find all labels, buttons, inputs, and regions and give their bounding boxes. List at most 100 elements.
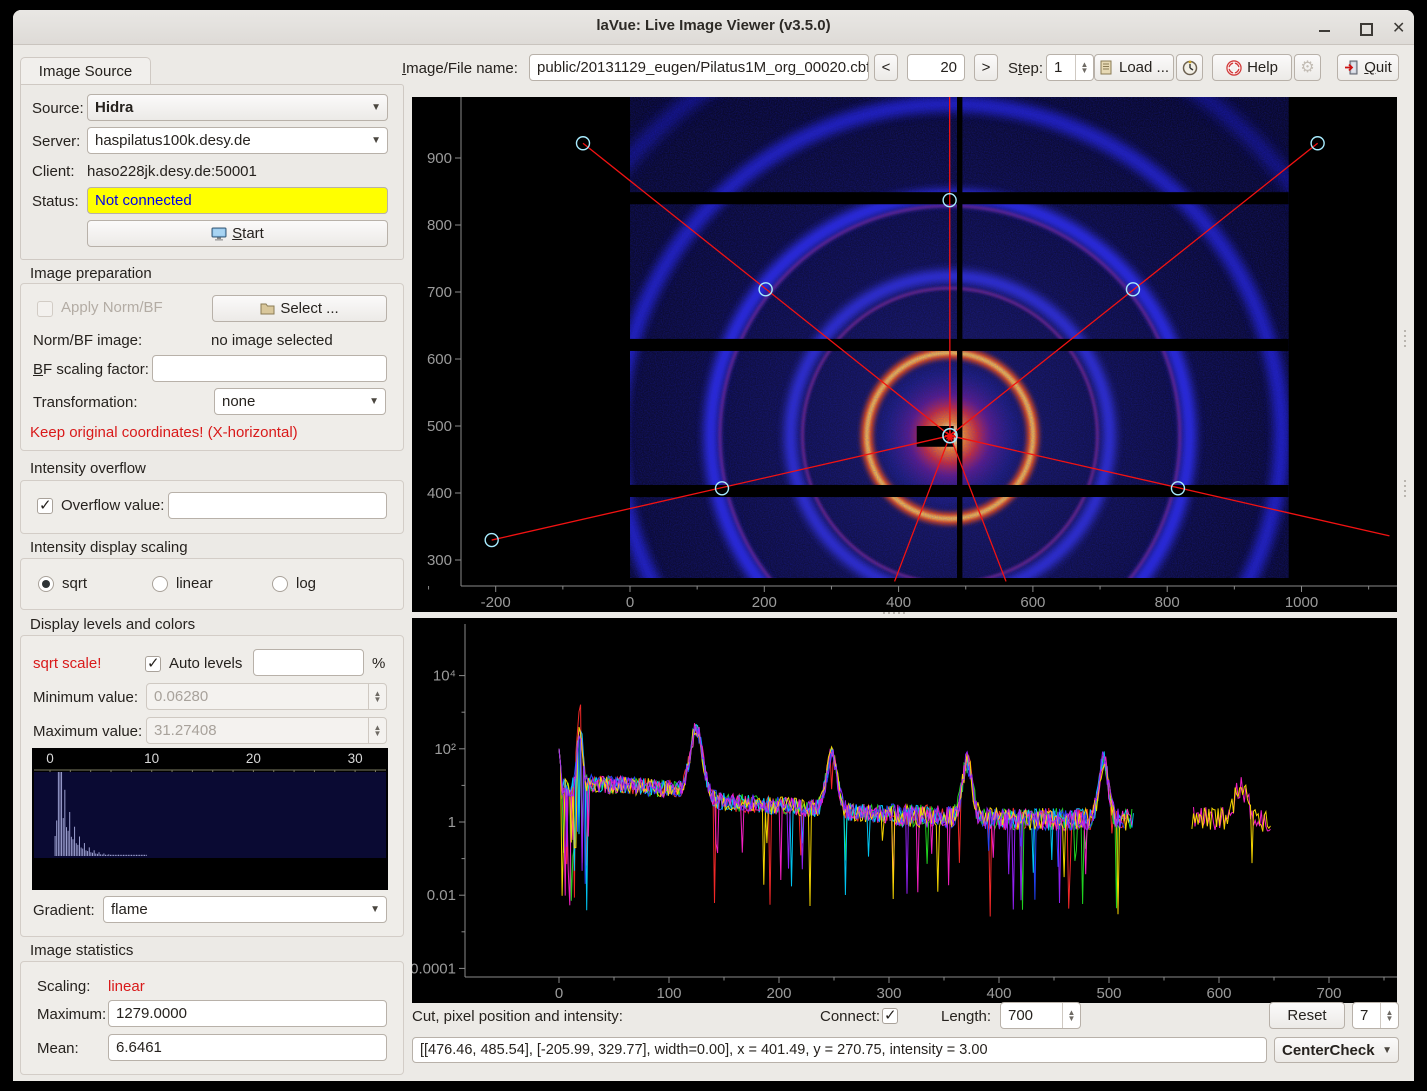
status-badge: Not connected — [87, 187, 388, 214]
help-button[interactable]: Help — [1212, 54, 1292, 81]
client-label: Client: — [32, 163, 75, 180]
overflow-value-input[interactable] — [168, 492, 387, 519]
auto-levels-label: Auto levels — [169, 655, 242, 672]
svg-text:200: 200 — [766, 985, 791, 1002]
spin-arrows-icon[interactable]: ▲▼ — [1380, 1003, 1398, 1028]
cut-count-spinbox[interactable]: 7▲▼ — [1352, 1002, 1399, 1029]
select-normbf-button[interactable]: Select ... — [212, 295, 387, 322]
gradient-label: Gradient: — [33, 902, 95, 919]
svg-text:1000: 1000 — [1285, 594, 1318, 611]
minimum-value-label: Minimum value: — [33, 689, 138, 706]
detector-image-plot[interactable]: 300400500600700800900-200020040060080010… — [412, 97, 1397, 612]
minimize-button[interactable] — [1317, 19, 1333, 35]
section-intensity-overflow: Intensity overflow — [30, 460, 146, 477]
gradient-combo[interactable]: flame▼ — [103, 896, 387, 923]
svg-text:0: 0 — [555, 985, 563, 1002]
svg-text:700: 700 — [1316, 985, 1341, 1002]
vertical-splitter[interactable] — [1404, 330, 1406, 347]
settings-button[interactable]: ⚙ — [1294, 54, 1321, 81]
start-button[interactable]: Start — [87, 220, 388, 247]
server-label: Server: — [32, 133, 80, 150]
section-intensity-display-scaling: Intensity display scaling — [30, 539, 188, 556]
maximize-button[interactable] — [1357, 19, 1373, 35]
chevron-down-icon: ▼ — [370, 897, 380, 922]
svg-text:30: 30 — [348, 751, 363, 766]
radio-log[interactable] — [272, 576, 288, 592]
maximize-icon — [1360, 23, 1373, 36]
overflow-checkbox[interactable] — [37, 498, 53, 514]
clock-icon — [1182, 60, 1198, 76]
auto-levels-checkbox[interactable] — [145, 656, 161, 672]
cut-intensity-plot[interactable]: 0.00010.01110²10⁴0100200300400500600700 — [412, 618, 1397, 1003]
stats-mean-input[interactable]: 6.6461 — [108, 1034, 387, 1061]
client-value: haso228jk.desy.de:50001 — [87, 163, 257, 180]
length-spinbox[interactable]: 700▲▼ — [1000, 1002, 1081, 1029]
svg-text:800: 800 — [427, 217, 452, 234]
reset-button[interactable]: Reset — [1269, 1002, 1345, 1029]
bf-scaling-input[interactable] — [152, 355, 387, 382]
svg-text:800: 800 — [1155, 594, 1180, 611]
svg-text:300: 300 — [876, 985, 901, 1002]
window-title: laVue: Live Image Viewer (v3.5.0) — [13, 17, 1414, 34]
spin-arrows-icon[interactable]: ▲▼ — [1075, 55, 1093, 80]
radio-linear[interactable] — [152, 576, 168, 592]
stats-maximum-input[interactable]: 1279.0000 — [108, 1000, 387, 1027]
application: laVue: Live Image Viewer (v3.5.0) ✕ Imag… — [0, 0, 1427, 1091]
timer-button[interactable] — [1176, 54, 1203, 81]
overflow-label: Overflow value: — [61, 497, 164, 514]
stats-scaling-value: linear — [108, 978, 145, 995]
lifebuoy-icon — [1226, 60, 1242, 76]
bf-scaling-label: BF scaling factor: — [33, 361, 149, 378]
maximum-value-spinbox[interactable]: 31.27408▲▼ — [146, 717, 387, 744]
spin-arrows-icon[interactable]: ▲▼ — [368, 718, 386, 743]
title-bar: laVue: Live Image Viewer (v3.5.0) ✕ — [13, 10, 1414, 45]
close-button[interactable]: ✕ — [1392, 19, 1408, 35]
svg-text:0: 0 — [626, 594, 634, 611]
document-icon — [1099, 60, 1114, 75]
svg-text:20: 20 — [246, 751, 261, 766]
auto-levels-input[interactable] — [253, 649, 364, 676]
spin-arrows-icon[interactable]: ▲▼ — [368, 684, 386, 709]
apply-normbf-checkbox[interactable] — [37, 301, 53, 317]
server-combo[interactable]: haspilatus100k.desy.de▼ — [87, 127, 388, 154]
section-display-levels: Display levels and colors — [30, 616, 195, 633]
svg-text:400: 400 — [427, 485, 452, 502]
svg-text:0.01: 0.01 — [427, 887, 456, 904]
tool-mode-combo[interactable]: CenterCheck▼ — [1274, 1037, 1399, 1063]
load-button[interactable]: Load ... — [1094, 54, 1174, 81]
svg-text:200: 200 — [752, 594, 777, 611]
transformation-label: Transformation: — [33, 394, 137, 411]
section-image-statistics: Image statistics — [30, 942, 133, 959]
transformation-combo[interactable]: none▼ — [214, 388, 386, 415]
radio-linear-label: linear — [176, 575, 213, 592]
coordinates-note: Keep original coordinates! (X-horizontal… — [30, 424, 298, 441]
next-image-button[interactable]: > — [974, 54, 998, 81]
step-spinbox[interactable]: 1▲▼ — [1046, 54, 1094, 81]
levels-histogram[interactable]: 0102030 — [32, 748, 388, 890]
normbf-image-value: no image selected — [211, 332, 333, 349]
radio-sqrt[interactable] — [38, 576, 54, 592]
connect-checkbox[interactable] — [882, 1008, 898, 1024]
main-window: laVue: Live Image Viewer (v3.5.0) ✕ Imag… — [13, 10, 1414, 1081]
monitor-icon — [211, 227, 227, 241]
vertical-splitter[interactable] — [1404, 480, 1406, 497]
source-combo[interactable]: Hidra▼ — [87, 94, 388, 121]
step-label: Step: — [1008, 60, 1043, 77]
image-index-input[interactable]: 20 — [907, 54, 965, 81]
spin-arrows-icon[interactable]: ▲▼ — [1062, 1003, 1080, 1028]
stats-maximum-label: Maximum: — [37, 1006, 106, 1023]
minimum-value-spinbox[interactable]: 0.06280▲▼ — [146, 683, 387, 710]
quit-button[interactable]: Quit — [1337, 54, 1399, 81]
tab-image-source[interactable]: Image Source — [20, 57, 151, 85]
file-name-input[interactable]: public/20131129_eugen/Pilatus1M_org_0002… — [529, 54, 869, 81]
svg-text:10²: 10² — [434, 741, 456, 758]
length-label: Length: — [941, 1008, 991, 1025]
svg-text:300: 300 — [427, 552, 452, 569]
svg-text:-200: -200 — [481, 594, 511, 611]
prev-image-button[interactable]: < — [874, 54, 898, 81]
svg-text:1: 1 — [448, 814, 456, 831]
svg-text:600: 600 — [427, 351, 452, 368]
horizontal-splitter[interactable] — [883, 612, 905, 614]
cut-position-info-field[interactable]: [[476.46, 485.54], [-205.99, 329.77], wi… — [412, 1037, 1267, 1063]
svg-text:100: 100 — [656, 985, 681, 1002]
